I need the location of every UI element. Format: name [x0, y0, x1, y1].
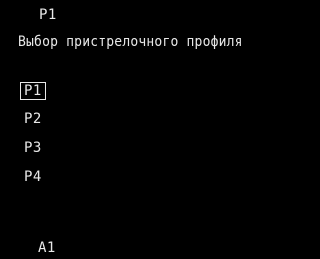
menu-title: Выбор пристрелочного профиля: [18, 34, 243, 50]
active-profile-indicator: P1: [39, 7, 57, 23]
menu-item-p2[interactable]: P2: [20, 111, 46, 127]
viewfinder-screen: P1 Выбор пристрелочного профиля P1 P2 P3…: [0, 0, 319, 259]
menu-item-p1[interactable]: P1: [20, 82, 46, 100]
mode-indicator: A1: [38, 240, 56, 256]
profile-menu: P1 P2 P3 P4: [20, 82, 46, 198]
menu-item-p3[interactable]: P3: [20, 140, 46, 156]
menu-item-p4[interactable]: P4: [20, 169, 46, 185]
